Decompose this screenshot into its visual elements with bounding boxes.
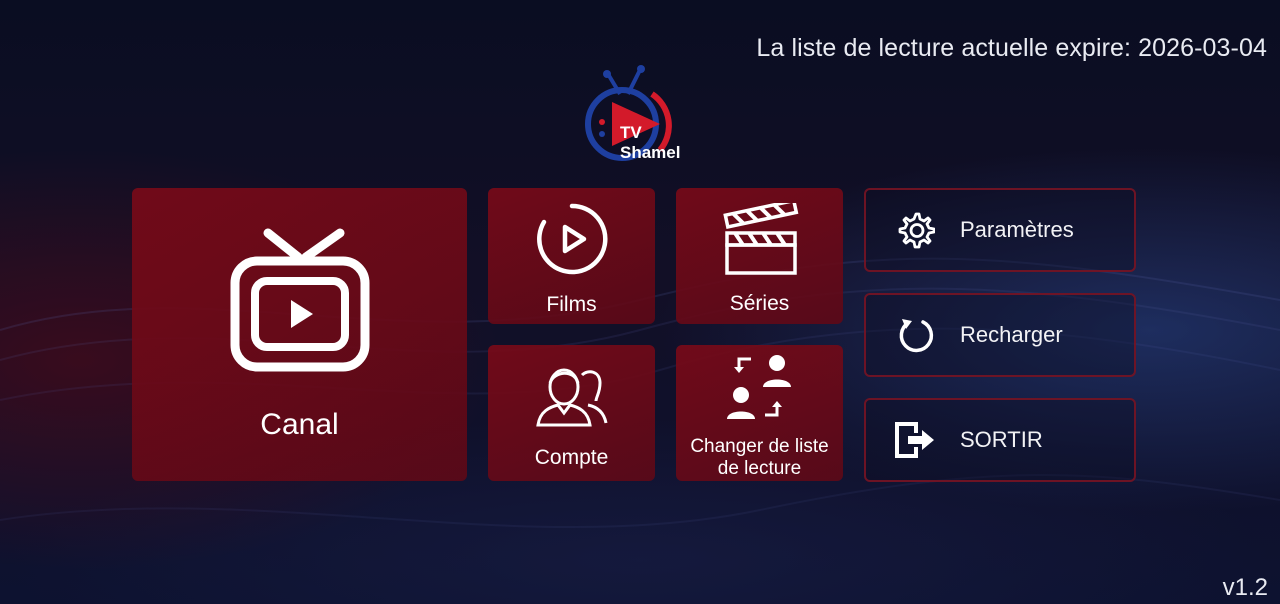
playlist-expiry-text: La liste de lecture actuelle expire: 202… <box>756 34 1267 62</box>
tile-compte-label: Compte <box>534 446 609 470</box>
exit-button[interactable]: SORTIR <box>864 398 1136 482</box>
app-logo: TV Shamel <box>580 64 690 164</box>
reload-icon <box>894 313 938 357</box>
tile-changer-label: Changer de liste de lecture <box>690 436 828 480</box>
settings-button[interactable]: Paramètres <box>864 188 1136 272</box>
tile-canal[interactable]: Canal <box>132 188 467 481</box>
logo-text-tv: TV <box>620 123 642 142</box>
clapperboard-icon <box>721 195 799 282</box>
users-icon <box>535 355 608 432</box>
exit-icon <box>894 418 938 462</box>
reload-button[interactable]: Recharger <box>864 293 1136 377</box>
tile-canal-label: Canal <box>260 407 339 441</box>
logo-text-shamel: Shamel <box>620 143 680 162</box>
tile-series-label: Séries <box>729 292 790 316</box>
reload-label: Recharger <box>960 322 1063 347</box>
tile-films-label: Films <box>546 293 597 317</box>
tile-changer-label-line1: Changer de liste <box>690 435 829 457</box>
exit-label: SORTIR <box>960 427 1043 452</box>
tile-changer-playlist[interactable]: Changer de liste de lecture <box>676 345 843 481</box>
tv-play-icon <box>230 227 370 378</box>
tile-series[interactable]: Séries <box>676 188 843 324</box>
tile-changer-label-line2: de lecture <box>717 457 802 479</box>
settings-label: Paramètres <box>960 217 1074 242</box>
tile-compte[interactable]: Compte <box>488 345 655 481</box>
switch-users-icon <box>725 347 795 426</box>
gear-icon <box>894 208 938 252</box>
version-label: v1.2 <box>1222 574 1268 601</box>
play-circle-icon <box>535 194 609 281</box>
tile-films[interactable]: Films <box>488 188 655 324</box>
